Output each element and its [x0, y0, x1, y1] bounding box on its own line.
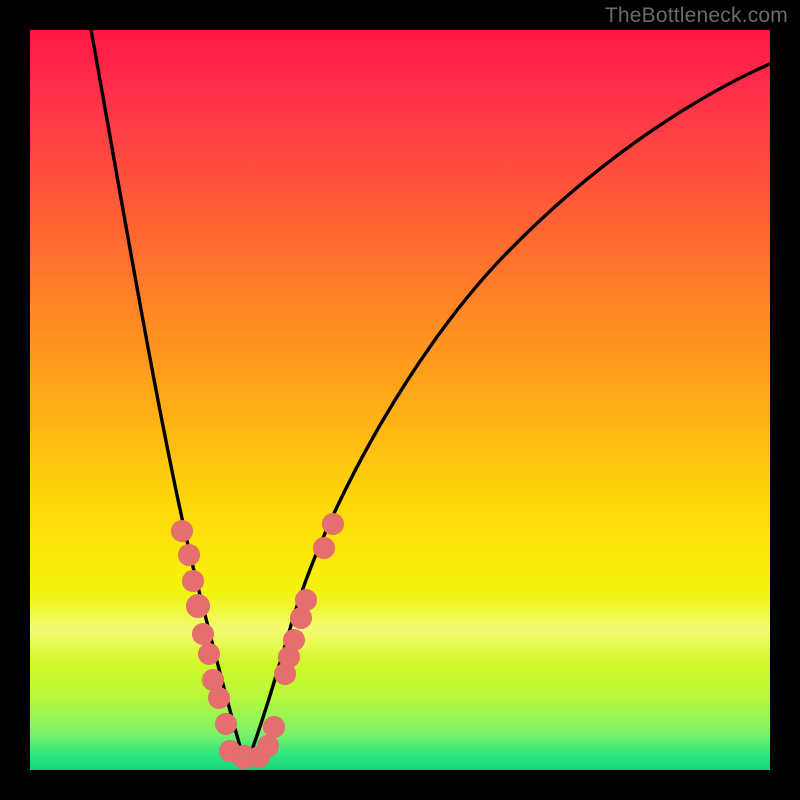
curve-group — [90, 24, 774, 766]
data-dot — [198, 643, 220, 665]
data-dot — [295, 589, 317, 611]
chart-svg — [30, 30, 770, 770]
data-dot — [178, 544, 200, 566]
data-dot — [215, 713, 237, 735]
plot-area — [30, 30, 770, 770]
curve-right-arm — [246, 62, 774, 766]
data-dot — [257, 735, 279, 757]
data-dot — [313, 537, 335, 559]
watermark-text: TheBottleneck.com — [605, 4, 788, 28]
data-dot — [186, 594, 210, 618]
curve-left-arm — [90, 24, 246, 766]
data-dot — [192, 623, 214, 645]
data-dot — [263, 716, 285, 738]
data-dot — [283, 629, 305, 651]
chart-frame: TheBottleneck.com — [0, 0, 800, 800]
data-dot — [171, 520, 193, 542]
data-dot — [182, 570, 204, 592]
data-dot — [322, 513, 344, 535]
data-dot — [208, 687, 230, 709]
